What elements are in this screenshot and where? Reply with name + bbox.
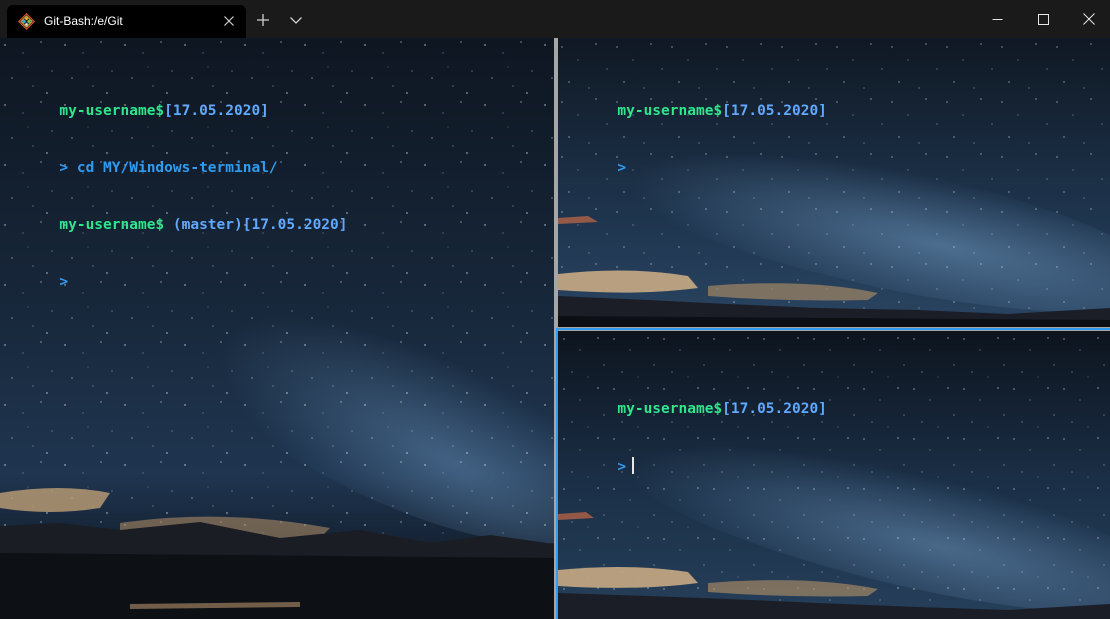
close-icon <box>1083 13 1095 25</box>
terminal-pane-top-right[interactable]: my-username$[17.05.2020] > <box>558 38 1110 327</box>
prompt-user: my-username$ <box>59 217 165 233</box>
terminal-line: my-username$[17.05.2020] <box>565 381 827 417</box>
terminal-pane-left[interactable]: my-username$[17.05.2020] > cd MY/Windows… <box>0 38 554 619</box>
maximize-icon <box>1037 13 1049 25</box>
maximize-button[interactable] <box>1020 0 1066 38</box>
prompt-symbol: > <box>617 459 627 475</box>
plus-icon <box>257 14 269 26</box>
terminal-output-left: my-username$[17.05.2020] > cd MY/Windows… <box>7 45 348 311</box>
prompt-date: [17.05.2020] <box>242 217 348 233</box>
prompt-date: [17.05.2020] <box>722 401 827 417</box>
prompt-user: my-username$ <box>59 103 165 119</box>
terminal-line: my-username$[17.05.2020] <box>7 83 348 119</box>
terminal-line: > <box>7 254 348 290</box>
prompt-date: [17.05.2020] <box>722 103 827 119</box>
prompt-date: [17.05.2020] <box>164 103 269 119</box>
terminal-output-top-right: my-username$[17.05.2020] > <box>565 45 827 197</box>
terminal-line: > cd MY/Windows-terminal/ <box>7 140 348 176</box>
minimize-icon <box>992 18 1002 20</box>
prompt-symbol: > <box>59 274 69 290</box>
terminal-pane-bottom-right[interactable]: my-username$[17.05.2020] > <box>558 331 1110 619</box>
terminal-line: my-username$ (master)[17.05.2020] <box>7 197 347 233</box>
prompt-user: my-username$ <box>617 401 723 417</box>
prompt-symbol: > <box>617 160 627 176</box>
git-bash-icon <box>18 13 35 30</box>
prompt-user: my-username$ <box>617 103 723 119</box>
title-bar: Git-Bash:/e/Git <box>0 0 1110 38</box>
terminal-output-bottom-right: my-username$[17.05.2020] > <box>565 343 827 495</box>
prompt-branch: (master) <box>164 217 243 233</box>
new-tab-dropdown-button[interactable] <box>285 9 307 31</box>
new-tab-button[interactable] <box>252 9 274 31</box>
close-window-button[interactable] <box>1066 0 1110 38</box>
terminal-line: > <box>565 438 827 475</box>
command-text: cd MY/Windows-terminal/ <box>76 160 278 176</box>
chevron-down-icon <box>290 17 302 24</box>
terminal-line: > <box>565 140 827 176</box>
tab-title: Git-Bash:/e/Git <box>44 14 123 28</box>
text-cursor <box>632 457 635 474</box>
terminal-line: my-username$[17.05.2020] <box>565 83 827 119</box>
tab-close-icon[interactable] <box>222 14 236 28</box>
minimize-button[interactable] <box>974 0 1020 38</box>
prompt-symbol: > <box>59 160 77 176</box>
tab-git-bash[interactable]: Git-Bash:/e/Git <box>7 5 246 38</box>
